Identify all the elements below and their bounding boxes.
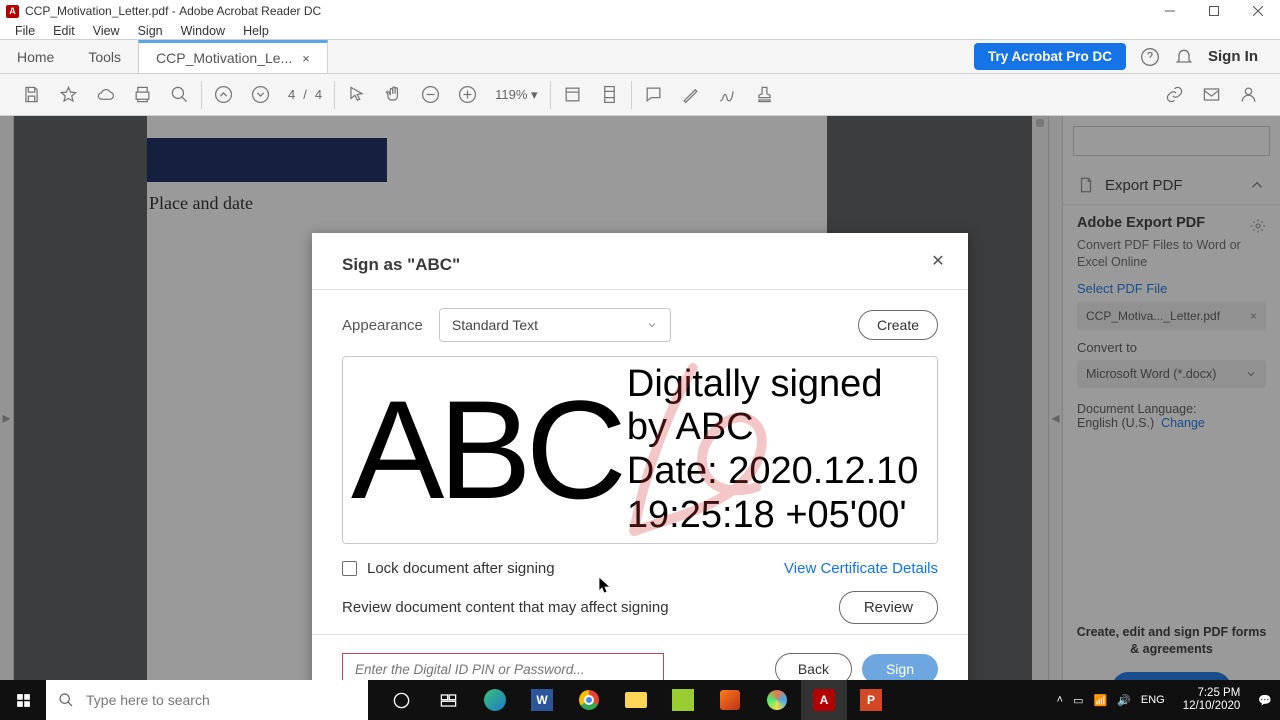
sign-dialog: Sign as "ABC" ✕ Appearance Standard Text… bbox=[312, 233, 968, 711]
page-up-icon[interactable] bbox=[214, 85, 233, 104]
tray-chevron-icon[interactable]: ˄ bbox=[1057, 694, 1063, 706]
task-taskview[interactable] bbox=[425, 680, 471, 720]
mail-icon[interactable] bbox=[1202, 85, 1221, 104]
page-indicator[interactable]: 4/4 bbox=[288, 87, 322, 102]
close-button[interactable] bbox=[1236, 0, 1280, 22]
tray-clock[interactable]: 7:25 PM12/10/2020 bbox=[1175, 687, 1249, 713]
tray-lang[interactable]: ENG bbox=[1141, 694, 1165, 706]
tray-notifications-icon[interactable]: 💬 bbox=[1258, 694, 1272, 707]
chevron-down-icon bbox=[646, 319, 658, 331]
review-button[interactable]: Review bbox=[839, 591, 938, 624]
toolbar: 4/4 119% ▾ bbox=[0, 74, 1280, 116]
menu-window[interactable]: Window bbox=[172, 24, 234, 38]
review-text: Review document content that may affect … bbox=[342, 599, 669, 616]
task-explorer[interactable] bbox=[613, 680, 659, 720]
signature-preview: ABC Digitally signed by ABC Date: 2020.1… bbox=[342, 356, 938, 544]
menu-view[interactable]: View bbox=[84, 24, 129, 38]
title-app: Adobe Acrobat Reader DC bbox=[179, 4, 321, 18]
dialog-title: Sign as "ABC" bbox=[342, 255, 938, 275]
task-notepadpp[interactable] bbox=[660, 680, 706, 720]
start-button[interactable] bbox=[0, 680, 46, 720]
create-appearance-button[interactable]: Create bbox=[858, 310, 938, 340]
task-chrome[interactable] bbox=[566, 680, 612, 720]
menubar: File Edit View Sign Window Help bbox=[0, 22, 1280, 40]
highlight-icon[interactable] bbox=[681, 85, 700, 104]
scroll-icon[interactable] bbox=[600, 85, 619, 104]
menu-help[interactable]: Help bbox=[234, 24, 278, 38]
stamp-icon[interactable] bbox=[755, 85, 774, 104]
dialog-close-button[interactable]: ✕ bbox=[928, 251, 948, 271]
task-cortana[interactable] bbox=[378, 680, 424, 720]
menu-file[interactable]: File bbox=[6, 24, 44, 38]
workspace: ▸ Place and date ◂ Export PDF Adobe Expo… bbox=[0, 116, 1280, 720]
page-down-icon[interactable] bbox=[251, 85, 270, 104]
zoom-in-icon[interactable] bbox=[458, 85, 477, 104]
windows-taskbar: Type here to search W A P ˄ ▭ 📶 🔊 ENG 7:… bbox=[0, 680, 1280, 720]
try-acrobat-button[interactable]: Try Acrobat Pro DC bbox=[974, 43, 1126, 70]
task-edge[interactable] bbox=[472, 680, 518, 720]
search-icon bbox=[58, 692, 74, 708]
task-paint[interactable] bbox=[754, 680, 800, 720]
task-acrobat[interactable]: A bbox=[801, 680, 847, 720]
signature-name: ABC bbox=[351, 380, 621, 520]
minimize-button[interactable] bbox=[1148, 0, 1192, 22]
tab-tools[interactable]: Tools bbox=[71, 40, 138, 73]
sign-icon[interactable] bbox=[718, 85, 737, 104]
print-icon[interactable] bbox=[133, 85, 152, 104]
title-doc: CCP_Motivation_Letter.pdf bbox=[25, 4, 168, 18]
bell-icon[interactable] bbox=[1174, 47, 1194, 67]
tab-document[interactable]: CCP_Motivation_Le... × bbox=[138, 40, 328, 73]
task-word[interactable]: W bbox=[519, 680, 565, 720]
save-icon[interactable] bbox=[22, 85, 41, 104]
lock-document-label: Lock document after signing bbox=[367, 560, 555, 577]
lock-document-checkbox[interactable] bbox=[342, 561, 357, 576]
cloud-icon[interactable] bbox=[96, 85, 115, 104]
help-icon[interactable] bbox=[1140, 47, 1160, 67]
acrobat-icon: A bbox=[6, 5, 19, 18]
system-tray[interactable]: ˄ ▭ 📶 🔊 ENG 7:25 PM12/10/2020 💬 bbox=[1057, 687, 1280, 713]
tray-wifi-icon[interactable]: 📶 bbox=[1093, 694, 1107, 707]
fit-icon[interactable] bbox=[563, 85, 582, 104]
tab-close-icon[interactable]: × bbox=[302, 51, 310, 66]
acrobat-flourish-icon bbox=[603, 363, 773, 539]
link-icon[interactable] bbox=[1165, 85, 1184, 104]
pointer-icon[interactable] bbox=[347, 85, 366, 104]
tray-volume-icon[interactable]: 🔊 bbox=[1117, 694, 1131, 707]
sign-in-link[interactable]: Sign In bbox=[1208, 48, 1258, 65]
tab-strip: Home Tools CCP_Motivation_Le... × Try Ac… bbox=[0, 40, 1280, 74]
hand-icon[interactable] bbox=[384, 85, 403, 104]
task-matlab[interactable] bbox=[707, 680, 753, 720]
user-icon[interactable] bbox=[1239, 85, 1258, 104]
menu-edit[interactable]: Edit bbox=[44, 24, 84, 38]
task-powerpoint[interactable]: P bbox=[848, 680, 894, 720]
tray-battery-icon[interactable]: ▭ bbox=[1073, 694, 1083, 707]
taskbar-search[interactable]: Type here to search bbox=[46, 680, 368, 720]
menu-sign[interactable]: Sign bbox=[129, 24, 172, 38]
maximize-button[interactable] bbox=[1192, 0, 1236, 22]
window-titlebar: A CCP_Motivation_Letter.pdf - Adobe Acro… bbox=[0, 0, 1280, 22]
zoom-out-icon[interactable] bbox=[421, 85, 440, 104]
appearance-select[interactable]: Standard Text bbox=[439, 308, 671, 342]
zoom-level[interactable]: 119% ▾ bbox=[495, 87, 537, 103]
comment-icon[interactable] bbox=[644, 85, 663, 104]
appearance-label: Appearance bbox=[342, 317, 423, 334]
mouse-cursor-icon bbox=[598, 576, 611, 594]
view-certificate-link[interactable]: View Certificate Details bbox=[784, 560, 938, 577]
search-icon[interactable] bbox=[170, 85, 189, 104]
star-icon[interactable] bbox=[59, 85, 78, 104]
tab-home[interactable]: Home bbox=[0, 40, 71, 73]
